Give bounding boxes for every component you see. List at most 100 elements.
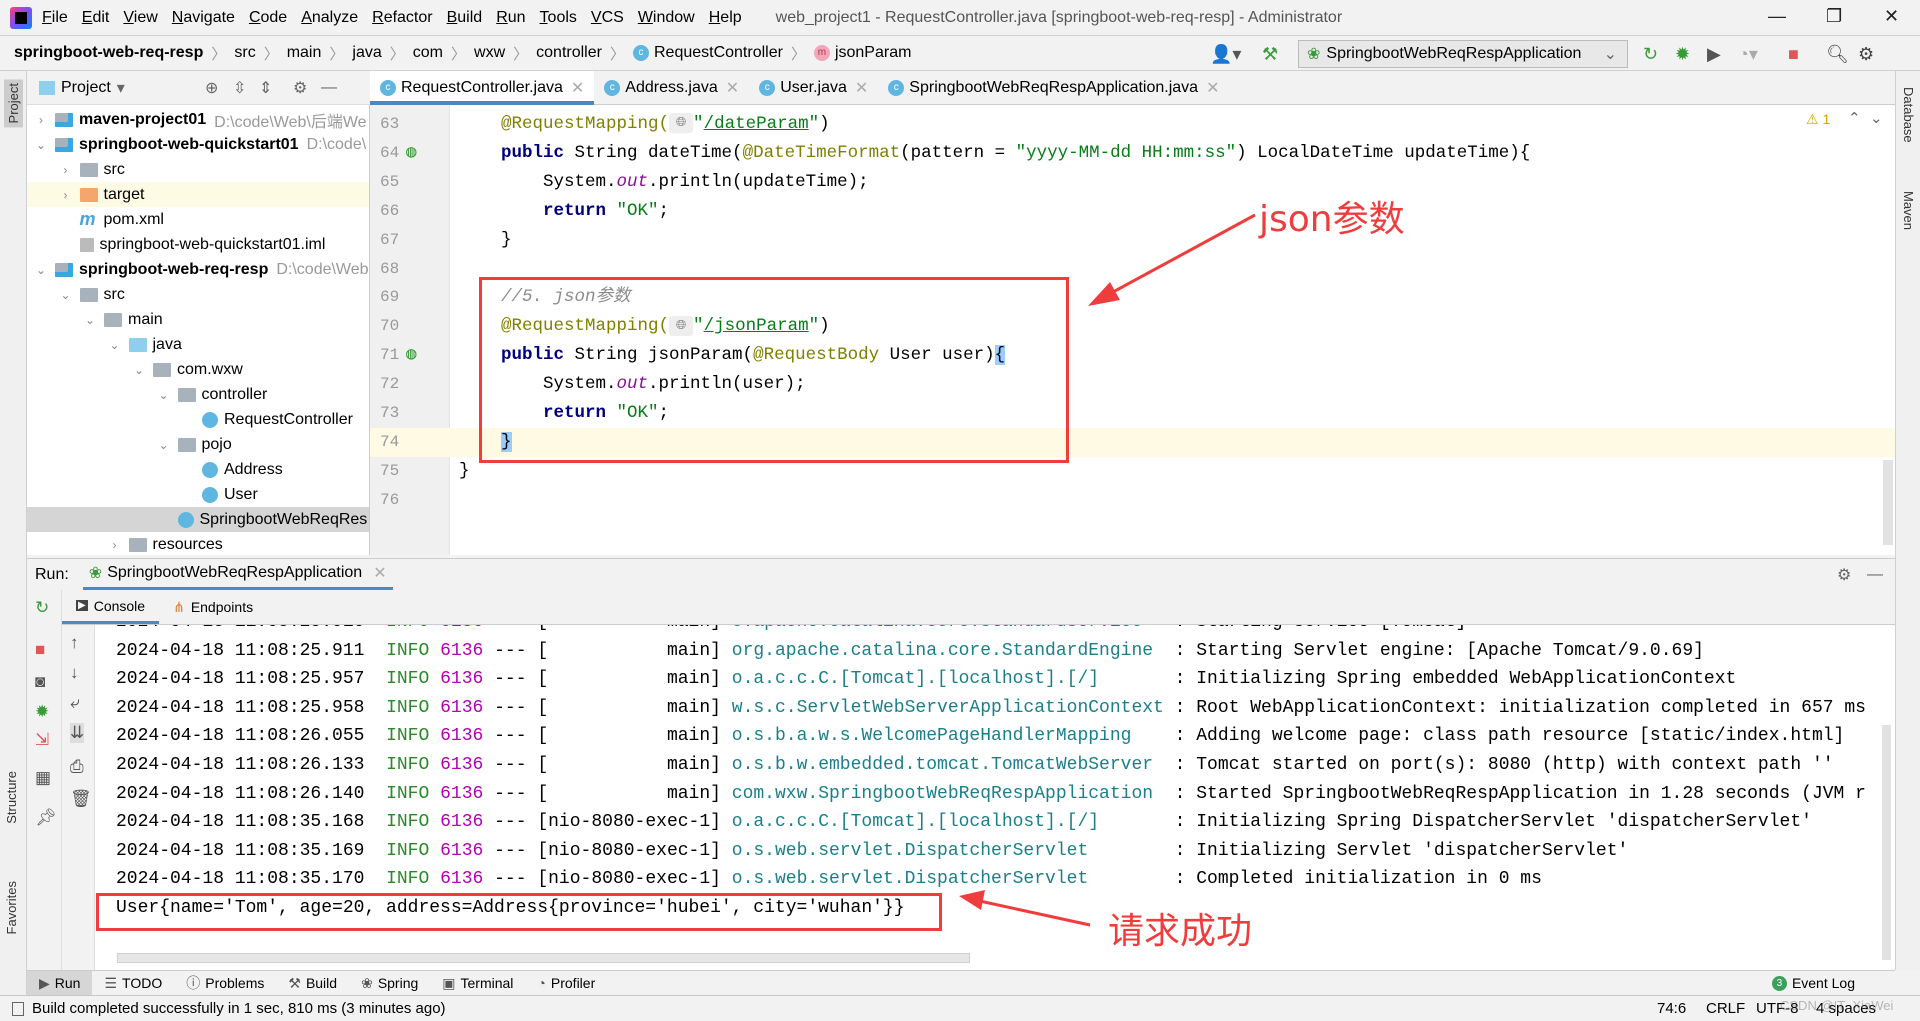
layout-icon[interactable]: ▦ — [35, 768, 51, 788]
breadcrumb-item[interactable]: com — [413, 44, 443, 62]
rerun-icon[interactable]: ↻ — [1643, 44, 1658, 65]
coverage-icon[interactable]: ▶ — [1707, 44, 1721, 65]
pin-icon[interactable]: 📌︎ — [35, 808, 57, 828]
chevron-down-icon[interactable]: ⌄ — [1870, 109, 1883, 127]
gear-icon[interactable]: ⚙ — [1858, 44, 1874, 65]
menu-view[interactable]: View — [123, 9, 157, 27]
tab-endpoints[interactable]: ⋔ Endpoints — [159, 590, 267, 624]
menu-run[interactable]: Run — [496, 9, 525, 27]
gear-icon[interactable]: ⚙ — [293, 78, 307, 98]
close-icon[interactable]: ✕ — [373, 563, 386, 583]
camera-icon[interactable]: ◙ — [35, 672, 45, 692]
menu-refactor[interactable]: Refactor — [372, 9, 432, 27]
minimize-button[interactable]: — — [1768, 6, 1786, 27]
caret-position[interactable]: 74:6 — [1657, 1000, 1686, 1017]
breadcrumb-item[interactable]: m jsonParam — [813, 44, 911, 62]
tree-item[interactable]: › resources — [27, 532, 369, 555]
tab-springbootwebreqrespapplication[interactable]: c SpringbootWebReqRespApplication.java ✕ — [878, 71, 1229, 104]
tree-item[interactable]: Address — [27, 457, 369, 482]
tool-spring[interactable]: ❀ Spring — [349, 971, 430, 995]
chevron-down-icon[interactable]: ⌄ — [156, 438, 172, 452]
maven-tool-button[interactable]: Maven — [1901, 191, 1916, 230]
warning-icon[interactable]: ⚠ 1 — [1806, 111, 1830, 128]
console-scrollbar[interactable] — [1882, 725, 1891, 960]
build-hammer-icon[interactable]: ⚒ — [1262, 44, 1278, 65]
print-icon[interactable]: ⎙ — [70, 757, 84, 777]
rerun-icon[interactable]: ↻ — [35, 598, 49, 618]
tool-terminal[interactable]: ▣ Terminal — [430, 971, 525, 995]
status-toggle-icon[interactable] — [12, 1001, 24, 1016]
gear-icon[interactable]: ⚙ — [1837, 565, 1851, 585]
tree-item[interactable]: › maven-project01 D:\code\Web\后端We — [27, 107, 369, 132]
tree-item[interactable]: › src — [27, 157, 369, 182]
breadcrumb-item[interactable]: c RequestController — [632, 44, 783, 62]
up-arrow-icon[interactable]: ↑ — [70, 633, 79, 653]
tree-item[interactable]: ⌄ springboot-web-req-resp D:\code\Web — [27, 257, 369, 282]
breadcrumb-item[interactable]: controller — [536, 44, 602, 62]
event-log-button[interactable]: 3 Event Log — [1771, 975, 1855, 991]
menu-window[interactable]: Window — [638, 9, 695, 27]
tool-build[interactable]: ⚒ Build — [276, 971, 349, 995]
tree-item[interactable]: ⌄ main — [27, 307, 369, 332]
chevron-down-icon[interactable]: ⌄ — [82, 313, 98, 327]
tool-run[interactable]: ▶ Run — [27, 971, 93, 995]
tree-item[interactable]: SpringbootWebReqRes — [27, 507, 369, 532]
exit-icon[interactable]: ⇲ — [35, 730, 49, 750]
menu-help[interactable]: Help — [709, 9, 742, 27]
chevron-down-icon[interactable]: ⌄ — [58, 288, 74, 302]
tree-item[interactable]: m pom.xml — [27, 207, 369, 232]
close-icon[interactable]: ✕ — [726, 78, 739, 98]
globe-icon[interactable]: 🌐︎ — [669, 113, 694, 134]
structure-tool-button[interactable]: Structure — [4, 771, 19, 824]
down-arrow-icon[interactable]: ↓ — [70, 663, 79, 683]
soft-wrap-icon[interactable]: ⤶ — [70, 693, 80, 713]
locate-icon[interactable]: ⊕ — [205, 78, 218, 98]
menu-code[interactable]: Code — [249, 9, 287, 27]
tree-item[interactable]: ⌄ src — [27, 282, 369, 307]
favorites-tool-button[interactable]: Favorites — [4, 881, 19, 934]
project-panel-title[interactable]: Project — [61, 79, 111, 97]
line-separator[interactable]: CRLF — [1706, 1000, 1745, 1017]
tab-user[interactable]: c User.java ✕ — [749, 71, 878, 104]
menu-vcs[interactable]: VCS — [591, 9, 624, 27]
breadcrumb-item[interactable]: java — [352, 44, 381, 62]
spring-endpoint-icon[interactable]: ◍ — [406, 139, 417, 168]
stop-icon[interactable]: ■ — [1788, 44, 1799, 65]
hide-panel-icon[interactable]: — — [1867, 566, 1883, 584]
close-window-button[interactable]: ✕ — [1884, 6, 1899, 27]
breadcrumb-item[interactable]: main — [287, 44, 322, 62]
run-tab[interactable]: ❀ SpringbootWebReqRespApplication ✕ — [82, 560, 393, 590]
stop-icon[interactable]: ■ — [35, 640, 45, 660]
menu-tools[interactable]: Tools — [540, 9, 577, 27]
tree-item[interactable]: ⌄ springboot-web-quickstart01 D:\code\ — [27, 132, 369, 157]
chevron-right-icon[interactable]: › — [33, 113, 49, 127]
hide-panel-icon[interactable]: — — [321, 79, 337, 97]
run-config-select[interactable]: ❀ SpringbootWebReqRespApplication ⌄ — [1298, 40, 1628, 68]
menu-navigate[interactable]: Navigate — [172, 9, 235, 27]
chevron-down-icon[interactable]: ⌄ — [131, 363, 147, 377]
tool-problems[interactable]: ⓘ Problems — [174, 971, 276, 995]
user-icon[interactable]: 👤▾ — [1210, 44, 1241, 65]
menu-build[interactable]: Build — [447, 9, 483, 27]
search-icon[interactable]: 🔍︎ — [1826, 44, 1849, 65]
debug-icon[interactable]: ✹ — [1675, 44, 1690, 65]
menu-analyze[interactable]: Analyze — [301, 9, 358, 27]
tree-item[interactable]: ⌄ java — [27, 332, 369, 357]
close-icon[interactable]: ✕ — [1206, 78, 1219, 98]
breadcrumb-item[interactable]: springboot-web-req-resp — [14, 44, 203, 62]
close-icon[interactable]: ✕ — [855, 78, 868, 98]
chevron-down-icon[interactable]: ▾ — [117, 78, 125, 98]
debug-icon[interactable]: ✹ — [35, 702, 49, 722]
chevron-right-icon[interactable]: › — [107, 538, 123, 552]
restore-button[interactable]: ❐ — [1826, 6, 1842, 27]
tool-profiler[interactable]: ◔ Profiler — [525, 971, 607, 995]
tab-requestcontroller[interactable]: c RequestController.java ✕ — [370, 71, 595, 105]
chevron-right-icon[interactable]: › — [58, 163, 74, 177]
chevron-down-icon[interactable]: ⌄ — [107, 338, 123, 352]
chevron-down-icon[interactable]: ⌄ — [156, 388, 172, 402]
trash-icon[interactable]: 🗑︎ — [70, 789, 92, 809]
tab-address[interactable]: c Address.java ✕ — [594, 71, 749, 104]
tree-item[interactable]: springboot-web-quickstart01.iml — [27, 232, 369, 257]
tree-item[interactable]: RequestController — [27, 407, 369, 432]
expand-all-icon[interactable]: ⇳ — [233, 78, 246, 98]
